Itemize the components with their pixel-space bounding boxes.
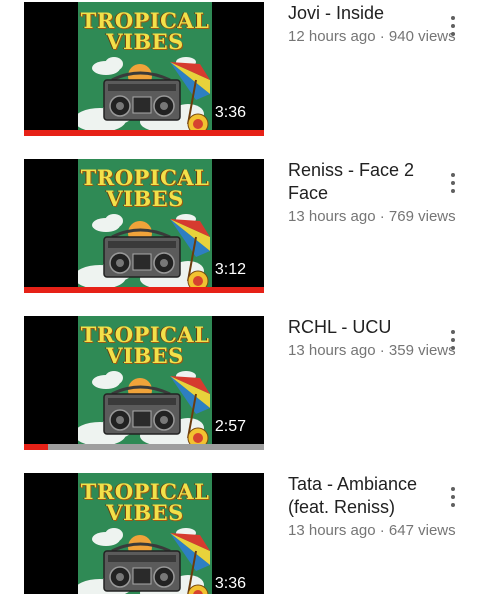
- album-art-title-line2: VIBES: [106, 500, 184, 525]
- boombox-icon: [103, 71, 181, 121]
- video-thumbnail[interactable]: TROPICAL VIBES 3:12: [24, 159, 264, 293]
- dot: [451, 16, 455, 20]
- video-title[interactable]: Reniss - Face 2 Face: [288, 159, 438, 205]
- video-list-item[interactable]: TROPICAL VIBES 2:57 RCHL - UCU 13 hours …: [0, 316, 480, 452]
- watch-progress-bar: [24, 130, 264, 136]
- video-duration: 3:36: [214, 575, 246, 592]
- video-time-ago: 13 hours ago: [288, 208, 376, 225]
- video-list-item[interactable]: TROPICAL VIBES 3:36 Jovi - Inside 12 hou…: [0, 2, 480, 138]
- video-title[interactable]: Jovi - Inside: [288, 2, 438, 25]
- album-art-title-line2: VIBES: [106, 29, 184, 54]
- dot: [451, 487, 455, 491]
- dot: [451, 32, 455, 36]
- video-duration: 2:57: [214, 418, 246, 435]
- video-views: 769 views: [388, 208, 456, 225]
- boombox-icon: [103, 385, 181, 435]
- video-thumbnail[interactable]: TROPICAL VIBES 3:36: [24, 2, 264, 136]
- dot: [451, 181, 455, 185]
- video-meta: 13 hours ago · 359 views: [288, 341, 456, 361]
- video-thumbnail[interactable]: TROPICAL VIBES 3:36: [24, 473, 264, 594]
- meta-separator: ·: [375, 208, 389, 225]
- dot: [451, 173, 455, 177]
- dot: [451, 189, 455, 193]
- dot: [451, 495, 455, 499]
- video-info[interactable]: Jovi - Inside 12 hours ago · 940 views: [288, 2, 456, 47]
- video-time-ago: 13 hours ago: [288, 342, 376, 359]
- more-vert-icon[interactable]: [444, 328, 462, 352]
- watch-progress-fill: [24, 444, 48, 450]
- watch-progress-bar: [24, 444, 264, 450]
- video-list-item[interactable]: TROPICAL VIBES 3:12 Reniss - Face 2 Face…: [0, 159, 480, 295]
- more-vert-icon[interactable]: [444, 14, 462, 38]
- video-thumbnail[interactable]: TROPICAL VIBES 2:57: [24, 316, 264, 450]
- dot: [451, 24, 455, 28]
- more-vert-icon[interactable]: [444, 485, 462, 509]
- watch-progress-fill: [24, 287, 264, 293]
- dot: [451, 338, 455, 342]
- dot: [451, 346, 455, 350]
- boombox-icon: [103, 228, 181, 278]
- video-info[interactable]: Reniss - Face 2 Face 13 hours ago · 769 …: [288, 159, 456, 227]
- video-duration: 3:36: [214, 104, 246, 121]
- meta-separator: ·: [375, 28, 389, 45]
- video-views: 647 views: [388, 522, 456, 539]
- meta-separator: ·: [375, 342, 389, 359]
- dot: [451, 503, 455, 507]
- video-meta: 13 hours ago · 769 views: [288, 207, 456, 227]
- video-list-item[interactable]: TROPICAL VIBES 3:36 Tata - Ambiance (fea…: [0, 473, 480, 594]
- video-title[interactable]: RCHL - UCU: [288, 316, 438, 339]
- video-duration: 3:12: [214, 261, 246, 278]
- more-vert-icon[interactable]: [444, 171, 462, 195]
- album-art-title-line2: VIBES: [106, 343, 184, 368]
- video-title[interactable]: Tata - Ambiance (feat. Reniss): [288, 473, 438, 519]
- album-art-title-line2: VIBES: [106, 186, 184, 211]
- video-info[interactable]: RCHL - UCU 13 hours ago · 359 views: [288, 316, 456, 361]
- video-info[interactable]: Tata - Ambiance (feat. Reniss) 13 hours …: [288, 473, 456, 541]
- video-meta: 13 hours ago · 647 views: [288, 521, 456, 541]
- meta-separator: ·: [375, 522, 389, 539]
- video-time-ago: 13 hours ago: [288, 522, 376, 539]
- watch-progress-bar: [24, 287, 264, 293]
- dot: [451, 330, 455, 334]
- video-time-ago: 12 hours ago: [288, 28, 376, 45]
- video-meta: 12 hours ago · 940 views: [288, 27, 456, 47]
- boombox-icon: [103, 542, 181, 592]
- video-list: TROPICAL VIBES 3:36 Jovi - Inside 12 hou…: [0, 0, 480, 594]
- watch-progress-fill: [24, 130, 264, 136]
